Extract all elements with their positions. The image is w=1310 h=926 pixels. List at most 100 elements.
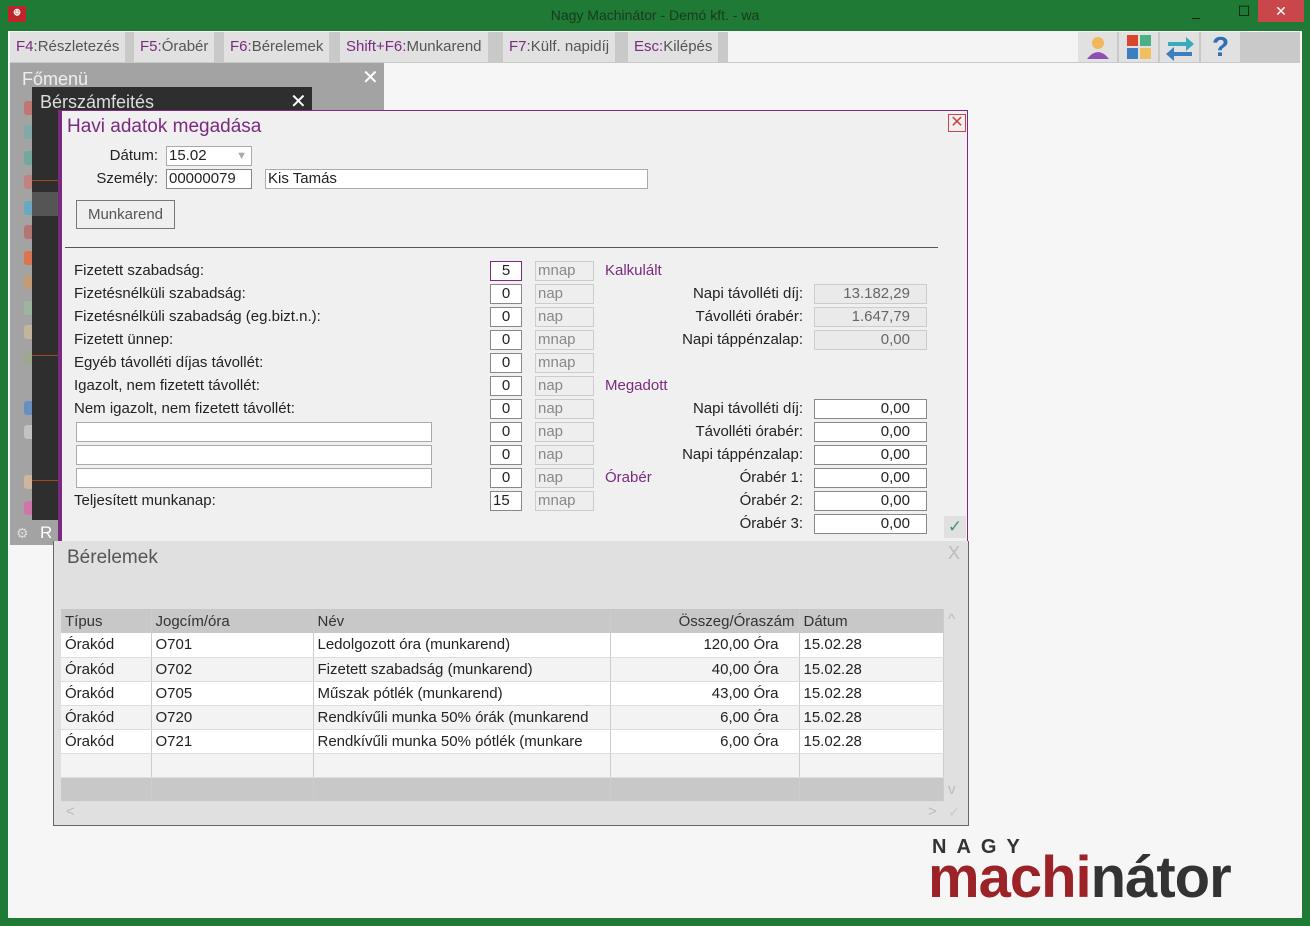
nagy-machinator-logo: NAGY machinátor [928,836,1232,910]
table-row[interactable]: Órakód O721 Rendkívűli munka 50% pótlék (m… [61,729,944,754]
megadott-field-value[interactable]: 0,00 [814,445,927,465]
megadott-field-value[interactable]: 0,00 [814,422,927,442]
table-cell: 15.02.28 [799,657,944,682]
row-label: Teljesített munkanap: [74,492,216,509]
table-cell: Órakód [61,633,152,658]
table-cell: O701 [151,633,314,658]
kalkulalt-field-value: 13.182,29 [814,284,927,304]
table-cell: 120,00 Óra [610,633,800,658]
megadott-heading: Megadott [605,377,668,394]
scroll-left-icon[interactable]: < [66,803,75,820]
row-label: Fizetett ünnep: [74,331,174,348]
datum-label: Dátum: [109,147,158,164]
oraber-field-label: Órabér 3: [739,515,803,532]
megadott-field-value[interactable]: 0,00 [814,399,927,419]
kalkulalt-field-value: 1.647,79 [814,307,927,327]
kalkulalt-field-label: Távolléti órabér: [695,308,803,325]
custom-row-label-field[interactable] [76,468,432,488]
toolbar-munkarend[interactable]: Shift+F6:Munkarend [340,32,489,62]
toolbar-oraber[interactable]: F5:Órabér [134,32,216,62]
toolbar-kulf-napidij[interactable]: F7:Külf. napidíj [503,32,617,62]
szemely-name-field[interactable]: Kis Tamás [265,169,648,189]
berelemek-title: Bérelemek [67,547,158,568]
custom-row-label-field[interactable] [76,445,432,465]
col-datum[interactable]: Dátum [799,609,944,633]
row-value-field[interactable]: 0 [490,353,522,373]
table-cell: 6,00 Óra [610,729,800,754]
table-cell: 15.02.28 [799,681,944,706]
col-tipus[interactable]: Típus [61,609,152,633]
window-close-button[interactable]: ✕ [1258,0,1304,22]
table-cell: O721 [151,729,314,754]
berelemek-ok-icon[interactable]: ✓ [948,803,961,821]
row-unit: nap [535,376,594,396]
empty-row[interactable] [61,753,944,778]
user-icon[interactable] [1078,32,1118,62]
row-label: Nem igazolt, nem fizetett távollét: [74,400,295,417]
table-row[interactable]: Órakód O705 Műszak pótlék (munkarend) 43,00… [61,681,944,706]
col-jogcim[interactable]: Jogcím/óra [151,609,314,633]
toolbar-reszletezes[interactable]: F4:Részletezés [10,32,127,62]
toolbar-kilepes[interactable]: Esc:Kilépés [628,32,720,62]
szemely-id-field[interactable]: 00000079 [166,169,252,189]
row-unit: mnap [535,261,594,281]
table-cell: Órakód [61,729,152,754]
table-cell: 15.02.28 [799,705,944,730]
title-bar: ꔮ Nagy Machinátor - Demó kft. - wa _ ☐ ✕ [0,0,1310,31]
gears-icon[interactable]: ⚙ [16,525,29,542]
megadott-field-label: Napi távolléti díj: [692,400,803,417]
table-cell: 15.02.28 [799,633,944,658]
minimize-button[interactable]: _ [1180,0,1212,22]
szemely-label: Személy: [96,170,158,187]
table-cell: O720 [151,705,314,730]
berelemek-table: Típus Jogcím/óra Név Összeg/Óraszám Dátu… [61,609,944,802]
row-value-field[interactable]: 5 [490,261,522,281]
maximize-button[interactable]: ☐ [1228,0,1260,22]
table-cell: Rendkívűli munka 50% órák (munkarend [313,705,611,730]
dialog-title: Havi adatok megadása [67,116,262,137]
scroll-up-icon[interactable]: ^ [948,611,955,628]
col-osszeg[interactable]: Összeg/Óraszám [610,609,800,633]
scroll-down-icon[interactable]: v [948,781,956,798]
kalkulalt-heading: Kalkulált [605,262,662,279]
oraber-field-value[interactable]: 0,00 [814,491,927,511]
divider [65,247,938,248]
help-icon[interactable]: ? [1201,32,1241,62]
oraber-field-label: Órabér 1: [739,469,803,486]
row-unit: mnap [535,353,594,373]
scroll-right-icon[interactable]: > [928,803,937,820]
munkarend-button[interactable]: Munkarend [76,200,175,229]
table-cell: Órakód [61,657,152,682]
oraber-field-value[interactable]: 0,00 [814,514,927,534]
berelemek-panel: Bérelemek X Típus Jogcím/óra Név Összeg/… [53,541,969,826]
row-label: Fizetésnélküli szabadság (eg.bizt.n.): [74,308,321,325]
window-title: Nagy Machinátor - Demó kft. - wa [550,7,760,23]
megadott-field-label: Napi táppénzalap: [682,446,803,463]
table-row[interactable]: Órakód O701 Ledolgozott óra (munkarend) 120… [61,633,944,658]
row-value-field[interactable]: 0 [490,376,522,396]
dialog-close-button[interactable]: ✕ [948,114,966,132]
toolbar: F4:Részletezés F5:Órabér F6:Bérelemek Sh… [10,32,1300,63]
havi-adatok-dialog: Havi adatok megadása ✕ Dátum: 15.02 ▼ Sze… [58,110,968,542]
table-cell: 15.02.28 [799,729,944,754]
table-header-row: Típus Jogcím/óra Név Összeg/Óraszám Dátu… [61,609,944,633]
ok-check-button[interactable]: ✓ [944,516,966,538]
col-nev[interactable]: Név [313,609,611,633]
berelemek-close-icon[interactable]: X [948,543,960,564]
toolbar-berelemek[interactable]: F6:Bérelemek [224,32,331,62]
table-cell: 43,00 Óra [610,681,800,706]
fomenu-close-icon[interactable]: ✕ [362,65,379,90]
oraber-field-label: Órabér 2: [739,492,803,509]
table-cell: 6,00 Óra [610,705,800,730]
oraber-field-value[interactable]: 0,00 [814,468,927,488]
tiles-icon[interactable] [1119,32,1159,62]
table-cell: Órakód [61,681,152,706]
table-row[interactable]: Órakód O702 Fizetett szabadság (munkarend)… [61,657,944,682]
megadott-field-label: Távolléti órabér: [695,423,803,440]
table-row[interactable]: Órakód O720 Rendkívűli munka 50% órák (mun… [61,705,944,730]
swap-arrows-icon[interactable] [1160,32,1200,62]
custom-row-label-field[interactable] [76,422,432,442]
table-cell: Műszak pótlék (munkarend) [313,681,611,706]
row-label: Egyéb távolléti díjas távollét: [74,354,264,371]
datum-select[interactable]: 15.02 ▼ [166,146,252,166]
